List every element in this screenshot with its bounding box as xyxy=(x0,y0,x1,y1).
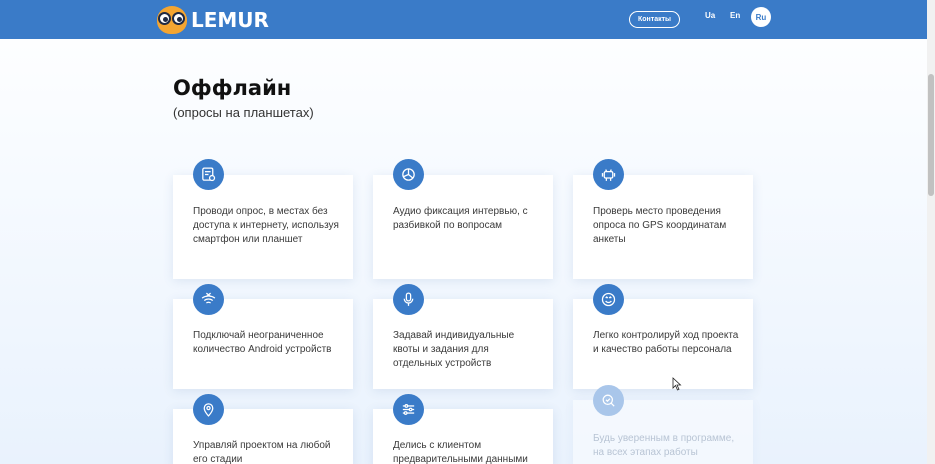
feature-text: Подключай неограниченное количество Andr… xyxy=(193,330,332,355)
section-title: Оффлайн xyxy=(173,76,292,100)
page-scrollbar-track[interactable] xyxy=(927,0,935,464)
feature-text: Управляй проектом на любой его стадии xyxy=(193,440,331,464)
location-pin-icon xyxy=(193,394,224,425)
contacts-button[interactable]: Контакты xyxy=(629,11,680,28)
feature-text: Проверь место проведения опроса по GPS к… xyxy=(593,206,727,245)
tablet-survey-icon xyxy=(193,159,224,190)
feature-text: Проводи опрос, в местах без доступа к ин… xyxy=(193,206,339,245)
lemur-logo[interactable]: LEMUR xyxy=(157,6,269,34)
feature-card: Проверь место проведения опроса по GPS к… xyxy=(573,175,753,279)
lang-ru-active[interactable]: Ru xyxy=(751,7,771,27)
page-scrollbar-thumb[interactable] xyxy=(928,74,934,196)
microphone-icon xyxy=(393,284,424,315)
feature-text: Будь уверенным в программе, на всех этап… xyxy=(593,433,735,458)
feature-text: Аудио фиксация интервью, с разбивкой по … xyxy=(393,206,528,231)
sliders-icon xyxy=(393,394,424,425)
logo-text: LEMUR xyxy=(191,8,269,32)
feature-text: Легко контролируй ход проекта и качество… xyxy=(593,330,739,355)
smiley-icon xyxy=(593,284,624,315)
feature-text: Делись с клиентом предварительными данны… xyxy=(393,440,528,464)
pie-chart-icon xyxy=(393,159,424,190)
feature-card: Проводи опрос, в местах без доступа к ин… xyxy=(173,175,353,279)
site-header: LEMUR Контакты Ua En Ru xyxy=(0,0,927,39)
feature-text: Задавай индивидуальные квоты и задания д… xyxy=(393,330,515,369)
lang-ua-link[interactable]: Ua xyxy=(705,11,715,20)
mouse-cursor-icon xyxy=(672,377,682,391)
no-wifi-icon xyxy=(193,284,224,315)
section-subtitle: (опросы на планшетах) xyxy=(173,105,314,120)
lang-en-link[interactable]: En xyxy=(730,11,740,20)
feature-card: Аудио фиксация интервью, с разбивкой по … xyxy=(373,175,553,279)
magnifier-check-icon xyxy=(593,385,624,416)
owl-logo-icon xyxy=(157,6,187,34)
android-robot-icon xyxy=(593,159,624,190)
